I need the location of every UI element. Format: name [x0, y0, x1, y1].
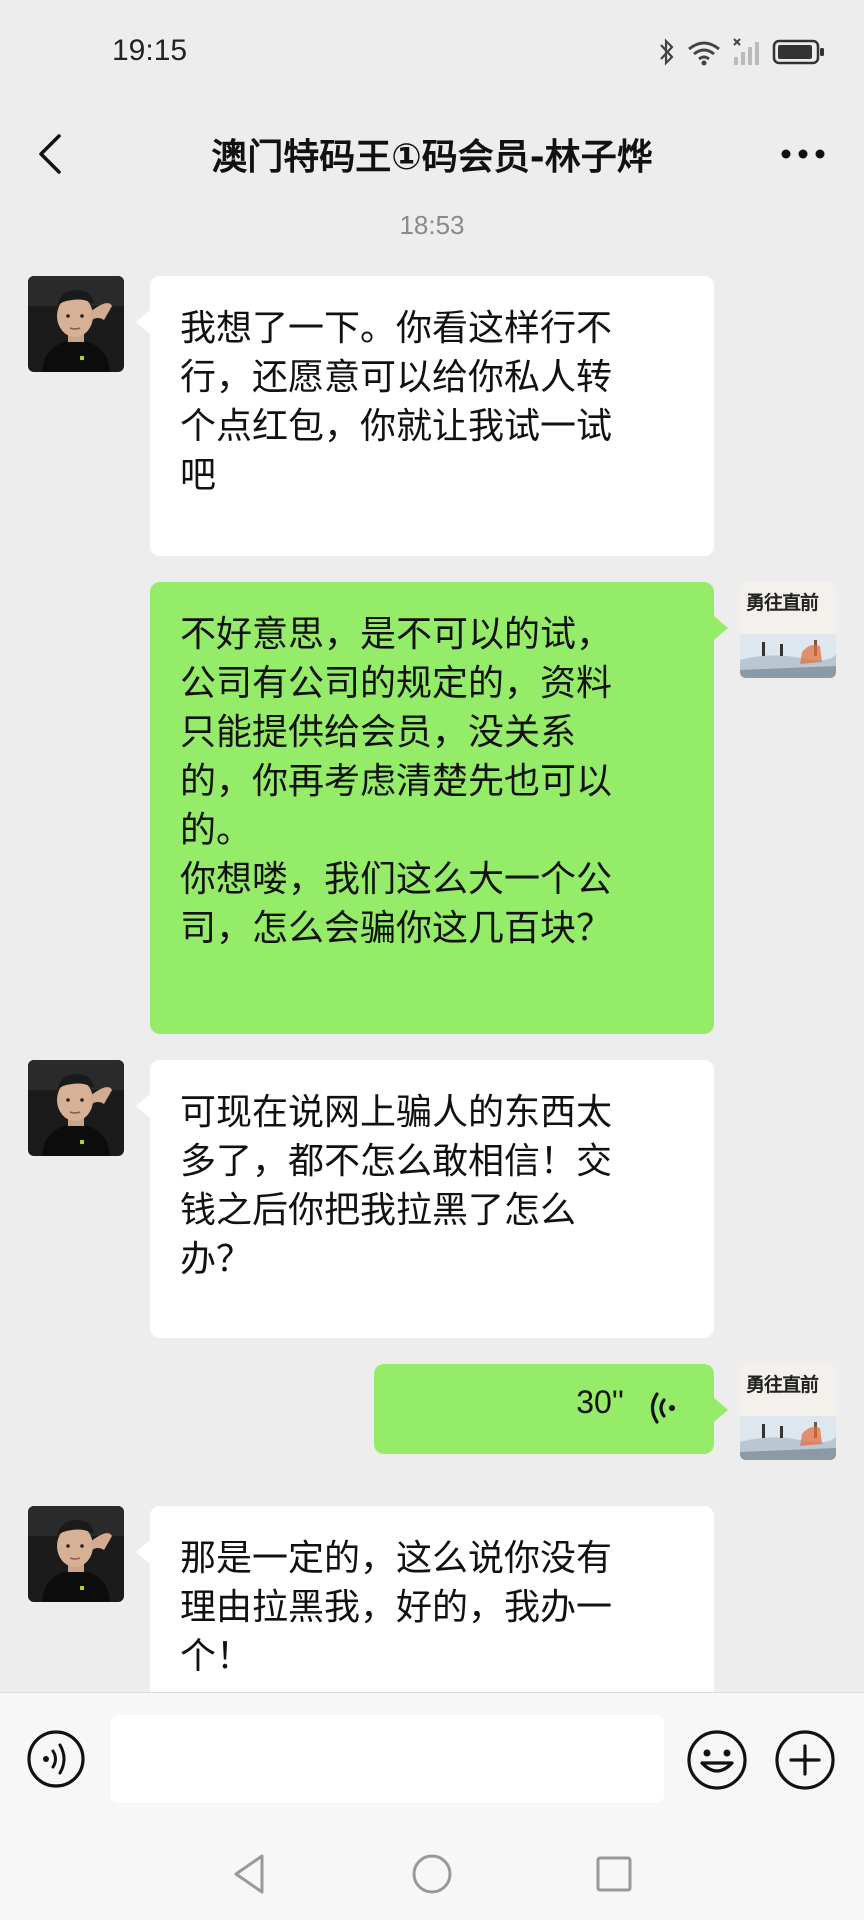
message-text: 我想了一下。你看这样行不 行，还愿意可以给你私人转 个点红包，你就让我试一试 吧 — [180, 308, 613, 496]
message-timestamp: 18:53 — [399, 210, 465, 240]
voice-message-bubble[interactable]: 30'' — [374, 1364, 728, 1454]
my-avatar-calligraphy: 勇往直前 — [746, 1374, 819, 1396]
plus-icon[interactable] — [774, 1729, 836, 1791]
system-navigation-bar — [0, 1828, 864, 1920]
my-avatar-calligraphy: 勇往直前 — [746, 592, 819, 614]
input-bar — [0, 1692, 864, 1829]
message-text: 可现在说网上骗人的东西太 多了，都不怎么敢相信！交 钱之后你把我拉黑了怎么 办？ — [180, 1092, 613, 1280]
chat-header: 澳门特码王①码会员-林子烨 — [0, 100, 864, 210]
contact-avatar[interactable] — [28, 1060, 124, 1156]
battery-icon — [772, 39, 824, 65]
contact-avatar[interactable] — [28, 276, 124, 372]
chevron-left-icon — [39, 134, 61, 174]
my-avatar[interactable]: 勇往直前 — [740, 1364, 836, 1460]
voice-input-toggle-icon[interactable] — [26, 1729, 86, 1789]
message-bubble-incoming[interactable]: 可现在说网上骗人的东西太 多了，都不怎么敢相信！交 钱之后你把我拉黑了怎么 办？ — [136, 1060, 714, 1338]
voice-wave-icon — [650, 1392, 675, 1424]
contact-avatar[interactable] — [28, 1506, 124, 1602]
bluetooth-icon — [660, 38, 674, 66]
message-input[interactable] — [110, 1715, 664, 1803]
chat-title: 澳门特码王①码会员-林子烨 — [211, 137, 653, 178]
back-button[interactable] — [20, 118, 80, 190]
status-time: 19:15 — [112, 34, 188, 67]
nav-home-icon[interactable] — [406, 1848, 458, 1900]
voice-duration: 30'' — [576, 1384, 624, 1420]
signal-icon — [733, 38, 759, 65]
message-text: 不好意思，是不可以的试， 公司有公司的规定的，资料 只能提供给会员，没关系 的，… — [180, 614, 613, 949]
wifi-icon — [688, 41, 720, 66]
message-text: 那是一定的，这么说你没有 理由拉黑我，好的，我办一 个！ — [180, 1538, 613, 1677]
message-bubble-outgoing[interactable]: 不好意思，是不可以的试， 公司有公司的规定的，资料 只能提供给会员，没关系 的，… — [150, 582, 728, 1034]
my-avatar[interactable]: 勇往直前 — [740, 582, 836, 678]
message-bubble-incoming[interactable]: 我想了一下。你看这样行不 行，还愿意可以给你私人转 个点红包，你就让我试一试 吧 — [136, 276, 714, 556]
emoji-icon[interactable] — [686, 1729, 748, 1791]
nav-back-icon[interactable] — [224, 1848, 276, 1900]
more-dots-icon — [781, 149, 825, 159]
more-options-button[interactable] — [768, 118, 838, 190]
nav-recents-icon[interactable] — [588, 1848, 640, 1900]
status-icons — [658, 32, 826, 72]
status-bar: 19:15 — [0, 0, 864, 100]
